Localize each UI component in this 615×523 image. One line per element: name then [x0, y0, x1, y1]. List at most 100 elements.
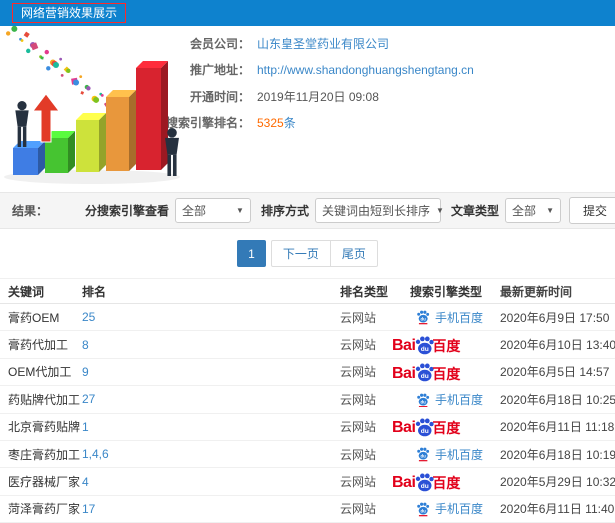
engine-filter-label: 分搜索引擎查看	[84, 204, 169, 218]
table-row: 枣庄膏药加工 1,4,6 云网站 du 手机百度 2020年6月18日 10:19	[0, 441, 615, 469]
sort-value: 关键词由短到长排序	[321, 204, 430, 218]
businessman-silhouette	[15, 101, 29, 147]
rank-count-unit: 条	[283, 116, 296, 131]
table-row: 菏泽膏药厂家 17 云网站 du 手机百度 2020年6月11日 11:40	[0, 496, 615, 523]
filter-bar: 结果： 分搜索引擎查看 全部 ▼ 排序方式 关键词由短到长排序 ▼ 文章类型 全…	[0, 192, 615, 229]
keyword-cell: 膏药代加工	[8, 338, 69, 353]
bar-chart-illustration	[4, 26, 180, 184]
info-rows: 会员公司： 山东皇圣堂药业有限公司 推广地址： http://www.shand…	[166, 26, 615, 136]
submit-button[interactable]: 提交	[568, 197, 615, 224]
rank-type-cell: 云网站	[340, 447, 377, 462]
info-row-open-time: 开通时间： 2019年11月20日 09:08	[166, 83, 615, 110]
engine-type-cell: du 手机百度	[410, 309, 500, 326]
info-section: 会员公司： 山东皇圣堂药业有限公司 推广地址： http://www.shand…	[0, 26, 615, 192]
sort-label: 排序方式	[260, 204, 309, 218]
updated-cell: 2020年6月11日 11:40	[500, 502, 615, 517]
mobile-baidu-logo[interactable]: du 手机百度	[416, 391, 483, 408]
open-time-value: 2019年11月20日 09:08	[257, 89, 379, 104]
keyword-cell: 膏药OEM	[8, 310, 60, 325]
article-type-value: 全部	[511, 204, 536, 218]
baidu-logo[interactable]: Bai du 百度	[392, 334, 460, 355]
info-row-rank: 搜索引擎排名： 5325条	[166, 110, 615, 137]
last-page-button[interactable]: 尾页	[330, 240, 378, 267]
promotion-url-link[interactable]: http://www.shandonghuangshengtang.cn	[257, 63, 474, 77]
updated-cell: 2020年6月18日 10:25	[500, 392, 615, 407]
updated-cell: 2020年6月9日 17:50	[500, 310, 610, 325]
table-row: OEM代加工 9 云网站 Bai du 百度 2020年6月5日 14:57	[0, 359, 615, 387]
updated-cell: 2020年6月11日 11:18	[500, 420, 615, 435]
svg-text:du: du	[421, 346, 429, 353]
svg-text:du: du	[421, 483, 429, 490]
rank-link[interactable]: 25	[82, 310, 95, 324]
baidu-logo[interactable]: Bai du 百度	[392, 416, 460, 437]
engine-type-cell: Bai du 百度	[392, 361, 500, 382]
keyword-cell: 北京膏药贴牌	[8, 420, 81, 435]
svg-text:du: du	[421, 428, 429, 435]
keyword-cell: 药贴牌代加工	[8, 392, 81, 407]
engine-type-cell: du 手机百度	[410, 391, 500, 408]
engine-type-cell: Bai du 百度	[392, 334, 500, 355]
mobile-baidu-logo[interactable]: du 手机百度	[416, 500, 483, 517]
header-rank-type: 排名类型	[340, 284, 389, 299]
table-row: 药贴牌代加工 27 云网站 du 手机百度 2020年6月18日 10:25	[0, 386, 615, 414]
table-row: 膏药代加工 8 云网站 Bai du 百度 2020年6月10日 13:40	[0, 331, 615, 359]
baidu-paw-icon: du	[417, 393, 430, 407]
info-row-url: 推广地址： http://www.shandonghuangshengtang.…	[166, 57, 615, 84]
filter-controls: 分搜索引擎查看 全部 ▼ 排序方式 关键词由短到长排序 ▼ 文章类型 全部 ▼ …	[75, 197, 615, 224]
keyword-cell: 枣庄膏药加工	[8, 447, 81, 462]
rank-count-value[interactable]: 5325条	[257, 114, 296, 131]
rank-link[interactable]: 8	[82, 338, 89, 352]
svg-text:du: du	[421, 454, 427, 459]
rank-link[interactable]: 1,4,6	[82, 447, 109, 461]
rank-link[interactable]: 4	[82, 475, 89, 489]
updated-cell: 2020年5月29日 10:32	[500, 475, 615, 490]
mobile-baidu-logo[interactable]: du 手机百度	[416, 446, 483, 463]
rank-type-cell: 云网站	[340, 502, 377, 517]
updated-cell: 2020年6月5日 14:57	[500, 365, 610, 380]
page: 网络营销效果展示 会员公司： 山东皇圣堂药业有限公司 推广地址： http://…	[0, 0, 615, 523]
keyword-cell: 医疗器械厂家	[8, 475, 81, 490]
baidu-paw-icon: du	[417, 311, 430, 325]
rank-link[interactable]: 9	[82, 365, 89, 379]
next-page-button[interactable]: 下一页	[270, 240, 331, 267]
rank-link[interactable]: 27	[82, 392, 95, 406]
rank-count-number: 5325	[257, 116, 284, 131]
header-keyword: 关键词	[8, 284, 45, 299]
article-type-select[interactable]: 全部 ▼	[504, 198, 561, 223]
keyword-cell: OEM代加工	[8, 365, 72, 380]
sort-select[interactable]: 关键词由短到长排序 ▼	[314, 198, 444, 223]
table-header-row: 关键词 排名 排名类型 搜索引擎类型 最新更新时间	[0, 278, 615, 304]
rank-link[interactable]: 1	[82, 420, 89, 434]
chevron-down-icon: ▼	[546, 206, 554, 215]
pagination: 1 下一页 尾页	[0, 229, 615, 278]
baidu-logo[interactable]: Bai du 百度	[392, 471, 460, 492]
engine-type-cell: du 手机百度	[410, 500, 500, 517]
company-link[interactable]: 山东皇圣堂药业有限公司	[257, 35, 389, 52]
page-button-current[interactable]: 1	[237, 240, 266, 267]
page-title: 网络营销效果展示	[12, 3, 127, 23]
baidu-logo[interactable]: Bai du 百度	[392, 361, 460, 382]
svg-text:du: du	[421, 373, 429, 380]
rank-link[interactable]: 17	[82, 502, 95, 516]
engine-type-cell: Bai du 百度	[392, 416, 500, 437]
info-row-company: 会员公司： 山东皇圣堂药业有限公司	[166, 30, 615, 57]
rank-type-cell: 云网站	[340, 310, 377, 325]
app-header: 网络营销效果展示	[0, 0, 615, 26]
svg-text:du: du	[421, 399, 427, 404]
table-row: 医疗器械厂家 4 云网站 Bai du 百度 2020年5月29日 10:32	[0, 468, 615, 496]
updated-cell: 2020年6月18日 10:19	[500, 447, 615, 462]
result-label: 结果：	[12, 204, 49, 218]
keyword-cell: 菏泽膏药厂家	[8, 502, 81, 517]
rank-type-cell: 云网站	[340, 392, 377, 407]
mobile-baidu-logo[interactable]: du 手机百度	[416, 309, 483, 326]
table-body: 膏药OEM 25 云网站 du 手机百度 2020年6月9日 17:50 膏药代加工 8…	[0, 304, 615, 523]
engine-type-cell: du 手机百度	[410, 446, 500, 463]
chevron-down-icon: ▼	[236, 206, 244, 215]
svg-text:du: du	[421, 509, 427, 514]
header-engine-type: 搜索引擎类型	[410, 284, 483, 299]
engine-filter-select[interactable]: 全部 ▼	[174, 198, 251, 223]
table-row: 膏药OEM 25 云网站 du 手机百度 2020年6月9日 17:50	[0, 304, 615, 332]
baidu-paw-icon: du	[417, 448, 430, 462]
results-table: 关键词 排名 排名类型 搜索引擎类型 最新更新时间 膏药OEM 25 云网站 du …	[0, 278, 615, 523]
chevron-down-icon: ▼	[435, 206, 444, 215]
